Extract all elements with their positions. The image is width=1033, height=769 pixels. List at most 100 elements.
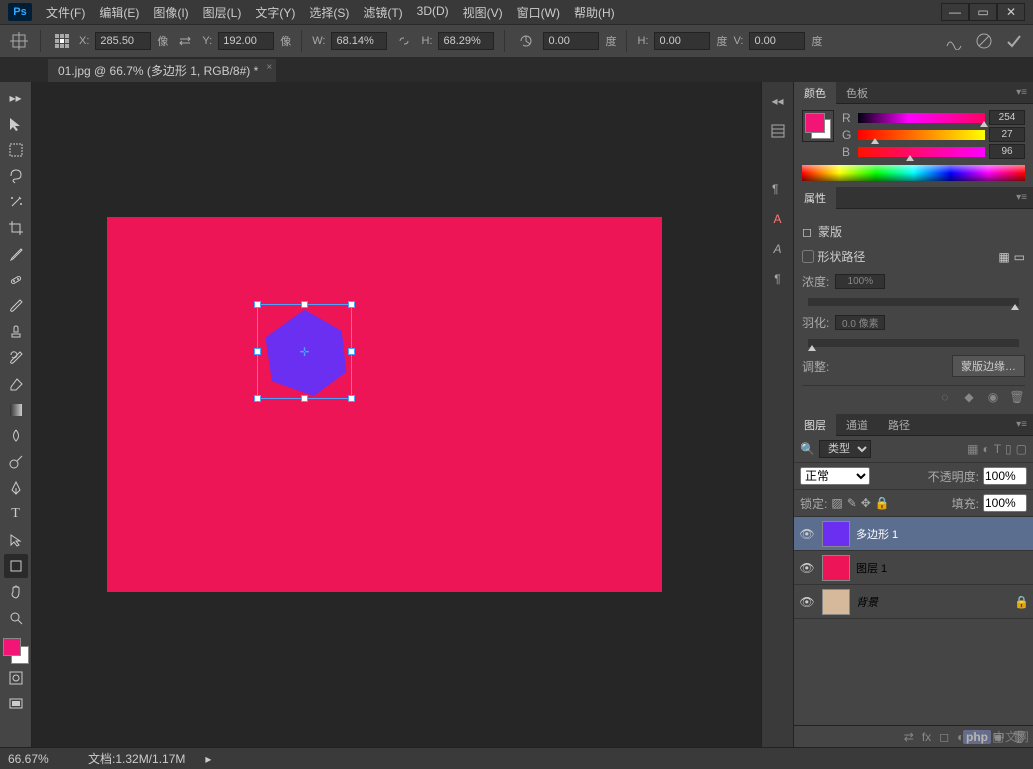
lock-trans-icon[interactable]: ▨ (831, 496, 842, 510)
swap-xy-icon[interactable] (174, 30, 196, 52)
menu-type[interactable]: 文字(Y) (249, 2, 301, 23)
move-tool[interactable] (4, 112, 28, 136)
x-input[interactable] (95, 32, 151, 50)
fill-input[interactable] (983, 494, 1027, 512)
blendmode-select[interactable]: 正常 (800, 467, 870, 485)
menu-image[interactable]: 图像(I) (147, 2, 194, 23)
heal-tool[interactable] (4, 268, 28, 292)
menu-filter[interactable]: 滤镜(T) (357, 2, 408, 23)
doc-info[interactable]: 文档:1.32M/1.17M (88, 750, 185, 767)
link-wh-icon[interactable] (393, 30, 415, 52)
filter-type-icon[interactable]: T (994, 442, 1001, 456)
lasso-tool[interactable] (4, 164, 28, 188)
layer-thumb[interactable] (822, 589, 850, 615)
handle-tr[interactable] (348, 301, 355, 308)
mask-edge-button[interactable]: 蒙版边缘… (952, 355, 1025, 377)
brush-tool[interactable] (4, 294, 28, 318)
layer-name[interactable]: 多边形 1 (856, 526, 898, 542)
minimize-button[interactable]: — (941, 3, 969, 21)
pen-tool[interactable] (4, 476, 28, 500)
layer-name[interactable]: 背景 (856, 594, 878, 610)
color-swatches[interactable] (3, 638, 29, 664)
opacity-input[interactable] (983, 467, 1027, 485)
filter-type-select[interactable]: 类型 (819, 440, 871, 458)
layer-thumb[interactable] (822, 555, 850, 581)
tab-paths[interactable]: 路径 (878, 414, 920, 436)
pixelmask-btn-icon[interactable]: ▦ (998, 250, 1009, 264)
layer-row[interactable]: 👁 多边形 1 (794, 517, 1033, 551)
r-slider[interactable] (858, 113, 985, 123)
layer-thumb[interactable] (822, 521, 850, 547)
link-layers-icon[interactable]: ⇄ (904, 730, 914, 744)
shape-tool[interactable] (4, 554, 28, 578)
color-spectrum[interactable] (802, 165, 1025, 181)
para-panel-icon[interactable]: A (767, 208, 789, 230)
layer-row[interactable]: 👁 图层 1 (794, 551, 1033, 585)
delete-mask-icon[interactable]: 🗑 (1009, 390, 1025, 404)
zoom-tool[interactable] (4, 606, 28, 630)
rot-input[interactable] (543, 32, 599, 50)
eraser-tool[interactable] (4, 372, 28, 396)
color-preview[interactable] (802, 110, 834, 142)
r-value[interactable] (989, 110, 1025, 125)
feather-input[interactable] (835, 315, 885, 330)
tab-channels[interactable]: 通道 (836, 414, 878, 436)
warp-icon[interactable] (943, 30, 965, 52)
wand-tool[interactable] (4, 190, 28, 214)
tab-color[interactable]: 颜色 (794, 82, 836, 104)
disable-mask-icon[interactable]: ◉ (985, 390, 1001, 404)
g-value[interactable] (989, 127, 1025, 142)
tab-properties[interactable]: 属性 (794, 187, 836, 209)
history-panel-icon[interactable] (767, 120, 789, 142)
g-slider[interactable] (858, 130, 985, 140)
handle-tc[interactable] (301, 301, 308, 308)
mask-icon[interactable]: ◻ (939, 730, 949, 744)
density-input[interactable] (835, 274, 885, 289)
dodge-tool[interactable] (4, 450, 28, 474)
w-input[interactable] (331, 32, 387, 50)
menu-help[interactable]: 帮助(H) (568, 2, 621, 23)
handle-tl[interactable] (254, 301, 261, 308)
feather-slider[interactable] (808, 339, 1019, 347)
visibility-icon[interactable]: 👁 (798, 561, 816, 575)
collapse-icon[interactable]: ◂◂ (767, 90, 789, 112)
transform-icon[interactable] (8, 30, 30, 52)
tab-layers[interactable]: 图层 (794, 414, 836, 436)
handle-br[interactable] (348, 395, 355, 402)
filter-icon[interactable]: 🔍 (800, 442, 815, 456)
commit-icon[interactable] (1003, 30, 1025, 52)
path-select-tool[interactable] (4, 528, 28, 552)
canvas-area[interactable]: ✛ (32, 82, 761, 747)
menu-3d[interactable]: 3D(D) (411, 2, 455, 23)
stamp-tool[interactable] (4, 320, 28, 344)
marquee-tool[interactable] (4, 138, 28, 162)
type-tool[interactable]: T (4, 502, 28, 526)
color-fg-box[interactable] (805, 113, 825, 133)
filter-pixel-icon[interactable]: ▦ (967, 442, 978, 456)
close-tab-icon[interactable]: × (266, 62, 272, 73)
fx-icon[interactable]: fx (922, 730, 931, 744)
rotate-icon[interactable] (515, 30, 537, 52)
glyph-panel-icon[interactable]: ¶ (767, 268, 789, 290)
handle-mr[interactable] (348, 348, 355, 355)
color-panel-menu-icon[interactable]: ▾≡ (1010, 87, 1033, 98)
menu-layer[interactable]: 图层(L) (197, 2, 248, 23)
filter-adj-icon[interactable]: ◐ (982, 442, 989, 456)
fg-swatch[interactable] (3, 638, 21, 656)
canvas[interactable]: ✛ (107, 217, 662, 592)
lock-all-icon[interactable]: 🔒 (875, 496, 890, 510)
gradient-tool[interactable] (4, 398, 28, 422)
vectormask-btn-icon[interactable]: ▭ (1014, 250, 1025, 264)
visibility-icon[interactable]: 👁 (798, 595, 816, 609)
blur-tool[interactable] (4, 424, 28, 448)
menu-window[interactable]: 窗口(W) (511, 2, 566, 23)
filter-smart-icon[interactable]: ▢ (1016, 442, 1027, 456)
layer-name[interactable]: 图层 1 (856, 560, 887, 576)
layers-panel-menu-icon[interactable]: ▾≡ (1010, 419, 1033, 430)
menu-view[interactable]: 视图(V) (457, 2, 509, 23)
styles-panel-icon[interactable]: A (767, 238, 789, 260)
handle-bl[interactable] (254, 395, 261, 402)
sh-input[interactable] (654, 32, 710, 50)
crop-tool[interactable] (4, 216, 28, 240)
expand-icon[interactable]: ▸▸ (4, 86, 28, 110)
